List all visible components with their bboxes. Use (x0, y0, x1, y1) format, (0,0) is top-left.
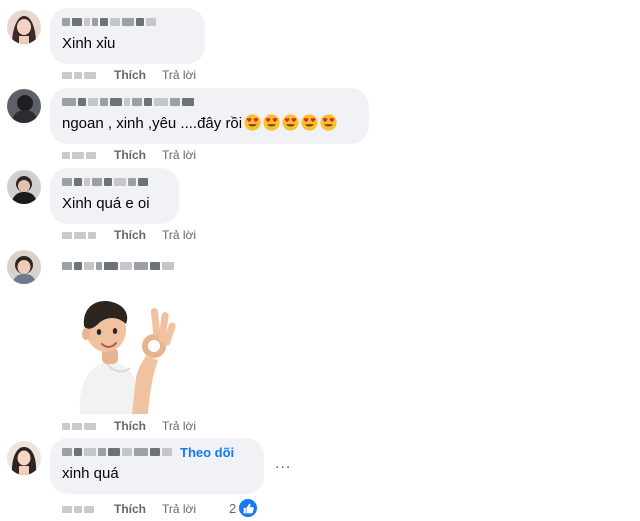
timestamp-blurred[interactable] (62, 151, 102, 159)
comment-bubble: Xinh quá e oi (50, 168, 179, 224)
author-name-row: Theo dõi (62, 445, 252, 460)
comment-bubble: Xinh xỉu (50, 8, 205, 64)
comment-bubble: Theo dõi xinh quá (50, 438, 264, 494)
comment-text: ngoan , xinh ,yêu ....đây rồi (62, 114, 357, 134)
reply-button[interactable]: Trả lời (162, 228, 196, 242)
like-button[interactable]: Thích (114, 148, 146, 162)
heart-eyes-emoji-icon (282, 114, 299, 131)
follow-button[interactable]: Theo dõi (180, 445, 234, 460)
comment-actions: Thích Trả lời (62, 501, 196, 517)
comment-actions: Thích Trả lời (62, 67, 196, 83)
comment-bubble: ngoan , xinh ,yêu ....đây rồi (50, 88, 369, 144)
reply-button[interactable]: Trả lời (162, 419, 196, 433)
comment-text: Xinh xỉu (62, 35, 116, 52)
comment-actions: Thích Trả lời (62, 418, 196, 434)
avatar[interactable] (7, 250, 41, 284)
heart-eyes-emoji-icon (263, 114, 280, 131)
timestamp-blurred[interactable] (62, 505, 102, 513)
heart-eyes-emoji-icon (320, 114, 337, 131)
author-name-blurred[interactable] (62, 16, 193, 28)
comment-actions: Thích Trả lời (62, 147, 196, 163)
comment-text: Xinh quá e oi (62, 195, 150, 212)
heart-eyes-emoji-icon (244, 114, 261, 131)
like-button[interactable]: Thích (114, 502, 146, 516)
timestamp-blurred[interactable] (62, 231, 102, 239)
sticker-ok-hand-boy[interactable] (62, 294, 177, 414)
like-button[interactable]: Thích (114, 68, 146, 82)
timestamp-blurred[interactable] (62, 71, 102, 79)
more-options-button[interactable]: ... (275, 455, 291, 473)
reaction-count: 2 (229, 500, 237, 516)
author-name-blurred[interactable] (62, 176, 167, 188)
reaction-summary[interactable]: 2 (229, 499, 258, 517)
author-name-blurred[interactable] (62, 96, 357, 108)
author-name-blurred[interactable] (62, 448, 172, 456)
reply-button[interactable]: Trả lời (162, 68, 196, 82)
reply-button[interactable]: Trả lời (162, 502, 196, 516)
avatar[interactable] (7, 170, 41, 204)
reply-button[interactable]: Trả lời (162, 148, 196, 162)
like-button[interactable]: Thích (114, 419, 146, 433)
timestamp-blurred[interactable] (62, 422, 102, 430)
author-name-blurred[interactable] (62, 260, 174, 272)
heart-eyes-emoji-icon (301, 114, 318, 131)
heart-eyes-emoji-row (242, 114, 337, 132)
avatar[interactable] (7, 89, 41, 123)
avatar[interactable] (7, 10, 41, 44)
avatar[interactable] (7, 441, 41, 475)
like-reaction-icon (239, 499, 258, 517)
comment-actions: Thích Trả lời (62, 227, 196, 243)
comment-text: xinh quá (62, 465, 119, 482)
like-button[interactable]: Thích (114, 228, 146, 242)
